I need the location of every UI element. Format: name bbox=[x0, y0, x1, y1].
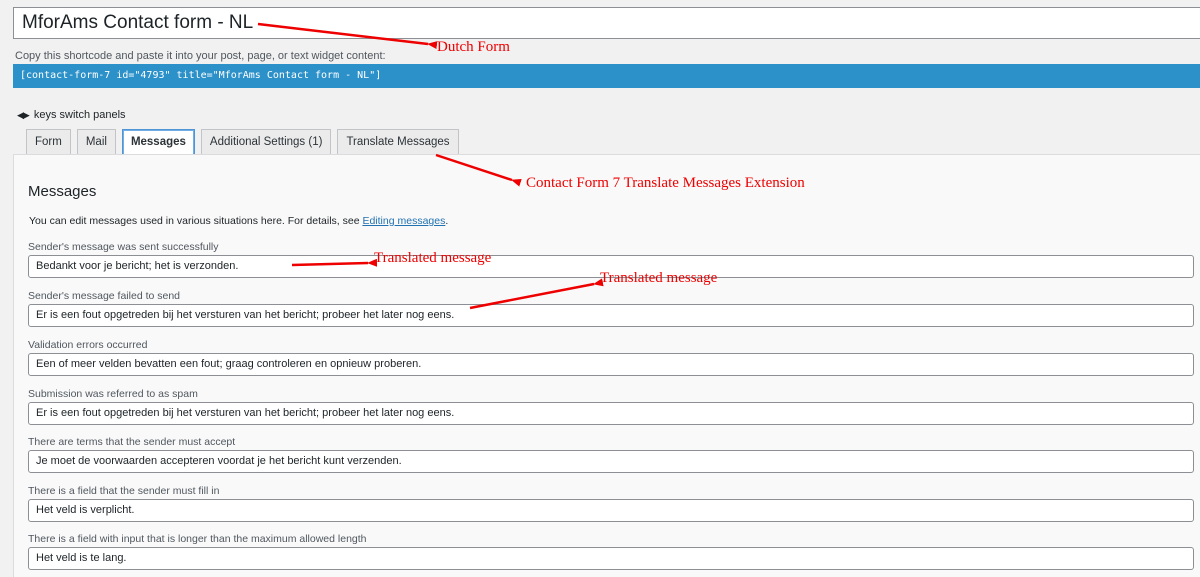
annotation-translated-1: Translated message bbox=[374, 250, 492, 266]
arrow-translated-2 bbox=[469, 278, 604, 310]
annotation-arrows bbox=[257, 22, 604, 310]
arrow-dutch-form bbox=[257, 22, 438, 50]
cf7-editor-page: MforAms Contact form - NL Copy this shor… bbox=[0, 0, 1200, 577]
annotation-dutch-form: Dutch Form bbox=[437, 39, 510, 55]
arrow-extension bbox=[435, 153, 522, 187]
annotation-extension: Contact Form 7 Translate Messages Extens… bbox=[526, 175, 805, 191]
annotation-translated-2: Translated message bbox=[600, 270, 718, 286]
arrow-translated-1 bbox=[291, 258, 378, 267]
